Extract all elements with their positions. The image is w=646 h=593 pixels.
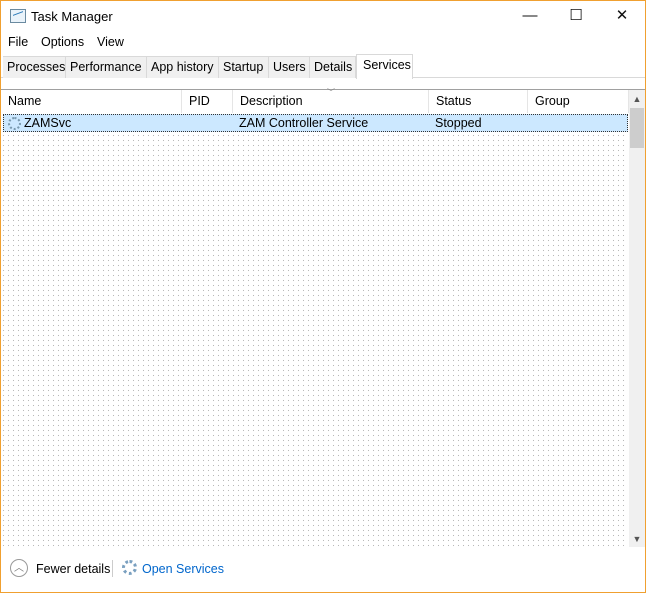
cell-status: Stopped [435,116,482,130]
tab-performance[interactable]: Performance [66,56,147,78]
open-services-link[interactable]: Open Services [142,562,224,576]
scrollbar-thumb[interactable] [630,108,644,148]
menu-file[interactable]: File [8,35,28,49]
column-header-description[interactable]: Description [233,90,429,113]
chevron-up-icon[interactable]: ︿ [10,559,28,577]
tab-details[interactable]: Details [310,56,356,78]
column-header-name[interactable]: Name [1,90,182,113]
close-button[interactable]: ✕ [599,1,645,31]
menu-options[interactable]: Options [41,35,84,49]
fewer-details-button[interactable]: Fewer details [36,562,110,576]
service-gear-icon [8,117,21,130]
cell-description: ZAM Controller Service [239,116,369,130]
minimize-button[interactable]: — [507,1,553,31]
title-bar: Task Manager — ☐ ✕ [1,1,645,32]
window-title: Task Manager [31,9,113,24]
menu-view[interactable]: View [97,35,124,49]
tab-services[interactable]: Services [356,54,413,79]
column-header-group[interactable]: Group [528,90,629,113]
maximize-button[interactable]: ☐ [553,1,599,31]
tab-processes[interactable]: Processes [3,56,66,78]
divider [112,560,113,577]
task-manager-window: Task Manager — ☐ ✕ File Options View Pro… [0,0,646,593]
scroll-down-icon[interactable]: ▼ [629,534,645,544]
menu-bar: File Options View [1,32,645,52]
column-header-status[interactable]: Status [429,90,528,113]
cell-name: ZAMSvc [24,116,72,130]
services-grid: ﹀ Name PID Description Status Group ZAMS… [1,88,645,547]
table-row[interactable]: ZAMSvc ZAM Controller Service Stopped [3,114,628,132]
task-manager-icon [10,9,26,23]
scroll-up-icon[interactable]: ▲ [629,94,645,104]
tab-startup[interactable]: Startup [219,56,269,78]
services-gear-icon [122,560,137,575]
tab-bar: Processes Performance App history Startu… [1,54,645,79]
services-list-area [1,133,628,547]
vertical-scrollbar[interactable]: ▲ ▼ [629,90,645,547]
footer: ︿ Fewer details Open Services [1,547,645,592]
column-header-pid[interactable]: PID [182,90,233,113]
tab-app-history[interactable]: App history [147,56,219,78]
tab-users[interactable]: Users [269,56,310,78]
